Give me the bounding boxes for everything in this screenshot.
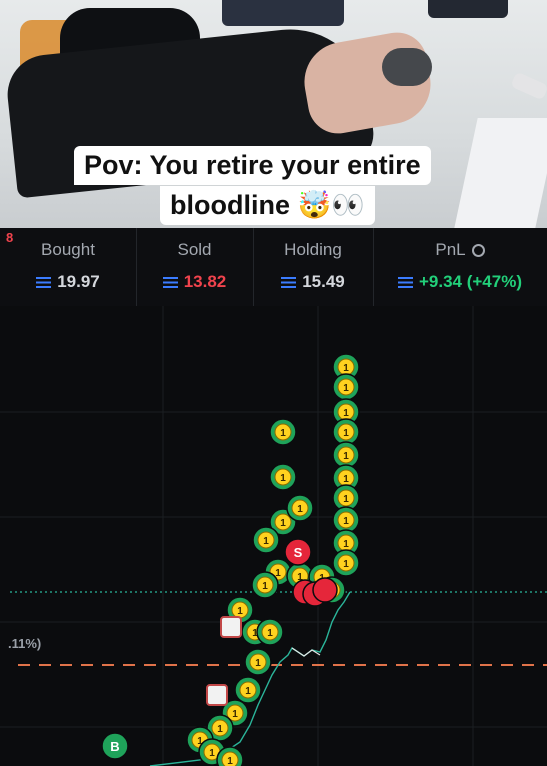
coin-label: 1: [245, 686, 251, 697]
buy-marker[interactable]: 1: [332, 418, 360, 446]
currency-icon: [397, 277, 413, 288]
coin-label: 1: [343, 494, 349, 505]
coin-label: 1: [232, 709, 238, 720]
stat-sold: Sold 13.82: [136, 228, 254, 306]
buy-marker-labeled[interactable]: B: [101, 732, 129, 760]
coin-label: 1: [255, 658, 261, 669]
coin-label: 1: [343, 363, 349, 374]
stat-label: Holding: [284, 240, 342, 259]
coin-label: 1: [343, 474, 349, 485]
sell-marker-labeled[interactable]: S: [284, 538, 312, 566]
coin-label: 1: [297, 504, 303, 515]
stat-label: Sold: [177, 240, 212, 259]
stat-pnl: PnL +9.34 (+47%): [373, 228, 547, 306]
chart-percent-label: .11%): [8, 636, 42, 651]
buy-marker[interactable]: 1: [332, 506, 360, 534]
keyboard-image: [222, 0, 344, 26]
coin-label: 1: [237, 606, 243, 617]
token-chip-icon[interactable]: [206, 684, 228, 706]
buy-marker[interactable]: 1: [332, 549, 360, 577]
stat-value-sold: 13.82: [136, 272, 253, 292]
coin-label: 1: [343, 383, 349, 394]
coin-label: 1: [343, 408, 349, 419]
coin-label: 1: [343, 451, 349, 462]
coin-label: 1: [343, 428, 349, 439]
price-chart[interactable]: 111111111111111111111111111111SB .11%): [0, 306, 547, 766]
buy-marker[interactable]: 1: [332, 441, 360, 469]
stat-value-holding: 15.49: [253, 272, 373, 292]
buy-marker[interactable]: 1: [251, 571, 279, 599]
coin-label: 1: [262, 581, 268, 592]
buy-label: B: [110, 739, 119, 754]
computer-mouse-image: [382, 48, 432, 86]
stat-value-pnl: +9.34 (+47%): [373, 272, 547, 292]
edge-indicator: 8: [6, 230, 14, 245]
stats-bar: Bought 19.97 Sold 13.82 Holding 15.49 Pn…: [0, 228, 547, 306]
buy-marker[interactable]: 1: [234, 676, 262, 704]
stat-label: Bought: [41, 240, 95, 259]
coin-label: 1: [217, 724, 223, 735]
buy-marker[interactable]: 1: [286, 494, 314, 522]
buy-marker[interactable]: 1: [244, 648, 272, 676]
token-chip-icon[interactable]: [220, 616, 242, 638]
coin-label: 1: [343, 516, 349, 527]
settings-icon[interactable]: [471, 244, 485, 257]
caption-line-1: Pov: You retire your entire: [74, 146, 431, 185]
sell-marker[interactable]: [312, 577, 338, 603]
stat-value-bought: 19.97: [0, 272, 136, 292]
buy-marker[interactable]: 1: [269, 463, 297, 491]
coin-label: 1: [267, 628, 273, 639]
caption-line-2: bloodline 🤯👀: [160, 186, 375, 225]
coin-label: 1: [227, 756, 233, 766]
buy-marker[interactable]: 1: [269, 418, 297, 446]
keyboard-image-2: [428, 0, 508, 18]
currency-icon: [162, 277, 178, 288]
currency-icon: [36, 277, 52, 288]
sell-label: S: [294, 545, 303, 560]
coin-label: 1: [343, 559, 349, 570]
stat-holding: Holding 15.49: [253, 228, 374, 306]
coin-label: 1: [343, 539, 349, 550]
chart-svg: 111111111111111111111111111111SB: [0, 306, 547, 766]
buy-marker[interactable]: 1: [216, 746, 244, 766]
buy-marker[interactable]: 1: [252, 526, 280, 554]
stat-bought: Bought 19.97: [0, 228, 137, 306]
buy-marker[interactable]: 1: [332, 373, 360, 401]
coin-label: 1: [263, 536, 269, 547]
price-line-red: [291, 647, 321, 657]
coin-label: 1: [280, 428, 286, 439]
trade-markers: 111111111111111111111111111111SB: [101, 353, 360, 766]
coin-label: 1: [209, 748, 215, 759]
coin-label: 1: [280, 473, 286, 484]
coin-label: 1: [280, 518, 286, 529]
buy-marker[interactable]: 1: [256, 618, 284, 646]
currency-icon: [281, 277, 297, 288]
stat-label-pnl: PnL: [373, 240, 547, 260]
